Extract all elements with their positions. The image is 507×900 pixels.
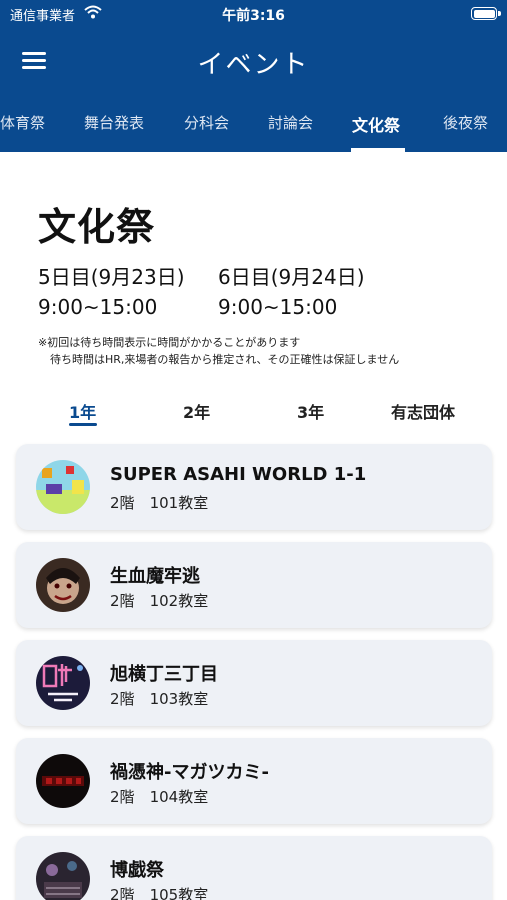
- grade-tab-2[interactable]: 2年: [183, 399, 210, 423]
- event-floor: 2階: [110, 494, 135, 512]
- day-hours: 9:00~15:00: [38, 295, 158, 319]
- event-thumbnail: [36, 754, 90, 808]
- event-floor: 2階: [110, 592, 135, 610]
- event-floor: 2階: [110, 886, 135, 900]
- day-schedule: 5日目(9月23日) 9:00~15:00: [38, 262, 185, 322]
- event-location: 2階 105教室: [110, 884, 208, 900]
- tab-culture-festival[interactable]: 文化祭: [352, 112, 400, 136]
- event-thumbnail: [36, 656, 90, 710]
- day-label: 5日目(9月23日): [38, 265, 185, 289]
- active-grade-indicator: [69, 423, 97, 426]
- app-header: 通信事業者 午前3:16 イベント 体育祭 舞台発表 分科会 討論会 文化祭 後…: [0, 0, 507, 152]
- event-location: 2階 103教室: [110, 688, 208, 709]
- tab-debate[interactable]: 討論会: [268, 112, 313, 133]
- event-room: 102教室: [149, 592, 209, 610]
- event-tabs: 体育祭 舞台発表 分科会 討論会 文化祭 後夜祭: [0, 104, 507, 152]
- status-time: 午前3:16: [222, 8, 285, 24]
- notice-text: ※初回は待ち時間表示に時間がかかることがあります 待ち時間はHR,来場者の報告か…: [38, 334, 399, 368]
- day-label: 6日目(9月24日): [218, 265, 365, 289]
- battery-icon: [471, 7, 501, 20]
- page-title: 文化祭: [38, 205, 156, 249]
- event-card[interactable]: SUPER ASAHI WORLD 1-1 2階 101教室: [16, 444, 492, 530]
- event-thumbnail: [36, 852, 90, 900]
- event-room: 103教室: [149, 690, 209, 708]
- tab-subcommittee[interactable]: 分科会: [184, 112, 229, 133]
- grade-tab-1[interactable]: 1年: [69, 399, 96, 423]
- event-location: 2階 101教室: [110, 492, 208, 513]
- event-location: 2階 102教室: [110, 590, 208, 611]
- event-name: 旭横丁三丁目: [110, 664, 218, 685]
- day-hours: 9:00~15:00: [218, 295, 338, 319]
- event-name: 生血魔牢逃: [110, 566, 200, 587]
- status-bar: 通信事業者 午前3:16: [0, 0, 507, 28]
- event-location: 2階 104教室: [110, 786, 208, 807]
- tab-after-party[interactable]: 後夜祭: [443, 112, 488, 133]
- notice-line: ※初回は待ち時間表示に時間がかかることがあります: [38, 336, 301, 349]
- tab-stage-presentation[interactable]: 舞台発表: [84, 112, 144, 133]
- event-name: 博戯祭: [110, 860, 164, 881]
- event-thumbnail: [36, 558, 90, 612]
- grade-tab-3[interactable]: 3年: [297, 399, 324, 423]
- page-header-title: イベント: [197, 50, 310, 80]
- event-thumbnail: [36, 460, 90, 514]
- event-card[interactable]: 旭横丁三丁目 2階 103教室: [16, 640, 492, 726]
- event-card[interactable]: 生血魔牢逃 2階 102教室: [16, 542, 492, 628]
- day-schedule: 6日目(9月24日) 9:00~15:00: [218, 262, 365, 322]
- grade-tab-volunteer[interactable]: 有志団体: [391, 399, 455, 423]
- event-floor: 2階: [110, 788, 135, 806]
- tab-sports-festival[interactable]: 体育祭: [0, 112, 45, 133]
- event-room: 105教室: [149, 886, 209, 900]
- event-room: 104教室: [149, 788, 209, 806]
- event-floor: 2階: [110, 690, 135, 708]
- event-name: 禍憑神-マガツカミ-: [110, 762, 269, 783]
- event-card[interactable]: 博戯祭 2階 105教室: [16, 836, 492, 900]
- notice-line: 待ち時間はHR,来場者の報告から推定され、その正確性は保証しません: [50, 353, 400, 366]
- event-room: 101教室: [149, 494, 209, 512]
- active-tab-indicator: [351, 148, 405, 152]
- event-name: SUPER ASAHI WORLD 1-1: [110, 464, 367, 485]
- event-card[interactable]: 禍憑神-マガツカミ- 2階 104教室: [16, 738, 492, 824]
